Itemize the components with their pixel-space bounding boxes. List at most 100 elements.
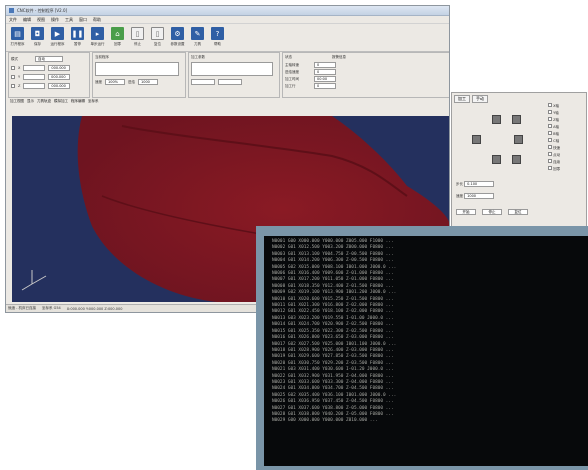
toolbar-button-help[interactable]: ? 帮助	[210, 27, 225, 47]
toolbar-button-pause[interactable]: ❚❚ 暂停	[70, 27, 85, 47]
side-buttons: 开始 停止 复位	[456, 209, 528, 215]
tab-simulation[interactable]: 模拟加工	[54, 99, 68, 104]
speed-feed-row: 速度 100% 进给 1000	[95, 79, 183, 85]
stop-button[interactable]: 停止	[482, 209, 502, 215]
menu-item-window[interactable]: 窗口	[79, 17, 87, 23]
params-group: 加工参数	[188, 52, 280, 98]
save-icon: ◘	[31, 27, 44, 40]
params-row	[191, 79, 277, 85]
jog-left-button[interactable]	[472, 135, 481, 144]
toolbar-button-settings[interactable]: ⚙ 参数设置	[170, 27, 185, 47]
start-button[interactable]: 开始	[456, 209, 476, 215]
toolbar-button-stop[interactable]: ▯ 停止	[130, 27, 145, 47]
feed-input[interactable]: 1000	[138, 79, 158, 85]
params-input-2[interactable]	[218, 79, 242, 85]
jog-right-button[interactable]	[514, 135, 523, 144]
status-label: 主轴转速	[285, 62, 299, 67]
x-axis-input[interactable]	[23, 65, 46, 71]
coord-row-x: X 000.000	[11, 65, 87, 71]
option-item[interactable]: 快速	[548, 145, 560, 152]
menu-item-operate[interactable]: 操作	[51, 17, 59, 23]
side-speed-input[interactable]: 1000	[464, 193, 495, 199]
option-item[interactable]: 点动	[548, 152, 560, 159]
option-item[interactable]: B轴	[548, 131, 560, 138]
option-item[interactable]: Z轴	[548, 117, 560, 124]
console-output[interactable]: N0001 G00 X000.000 Y000.000 Z005.000 F10…	[264, 236, 588, 466]
option-item[interactable]: X轴	[548, 103, 560, 110]
window-title: CNC软件 - 控制程序 [V2.0]	[17, 7, 68, 13]
program-name-field[interactable]	[95, 62, 179, 76]
toolbar-button-tool[interactable]: ✎ 刀具	[190, 27, 205, 47]
toolbar-button-home[interactable]: ⌂ 回零	[110, 27, 125, 47]
mode-select[interactable]: 自动	[35, 56, 63, 62]
option-item[interactable]: Y轴	[548, 110, 560, 117]
mode-row: 模式 自动	[11, 56, 87, 62]
menu-item-help[interactable]: 帮助	[93, 17, 101, 23]
toolbar-button-reset[interactable]: ▯ 复位	[150, 27, 165, 47]
menu-item-edit[interactable]: 编辑	[23, 17, 31, 23]
jog-down-left-button[interactable]	[492, 155, 501, 164]
status-value: 0	[314, 62, 336, 68]
tab-machining-view[interactable]: 加工视图	[10, 99, 24, 104]
toolbar-button-save[interactable]: ◘ 保存	[30, 27, 45, 47]
z-axis-checkbox[interactable]	[11, 84, 15, 88]
menu-item-file[interactable]: 文件	[9, 17, 17, 23]
status-group-header: 状态 报警信息	[285, 55, 447, 60]
reset-icon: ▯	[151, 27, 164, 40]
option-item[interactable]: A轴	[548, 124, 560, 131]
run-icon: ▶	[51, 27, 64, 40]
tab-manual[interactable]: 手动	[472, 95, 488, 103]
tab-toolpath[interactable]: 刀具轨迹	[37, 99, 51, 104]
x-axis-value: 000.000	[48, 65, 71, 71]
params-field[interactable]	[191, 62, 273, 76]
folder-icon: ▤	[11, 27, 24, 40]
toolbar: ▤ 打开程序 ◘ 保存 ▶ 运行程序 ❚❚ 暂停 ▸ 单步运行 ⌂ 回零 ▯ 停止 ▯ 复位 ⚙…	[6, 24, 449, 52]
y-axis-checkbox[interactable]	[11, 75, 15, 79]
status-right: X:000.000 Y:000.000 Z:000.000	[66, 306, 123, 311]
menu-item-view[interactable]: 视图	[37, 17, 45, 23]
option-item[interactable]: 回零	[548, 166, 560, 173]
menu-item-tools[interactable]: 工具	[65, 17, 73, 23]
y-axis-value: 000.000	[48, 74, 71, 80]
feed-label: 进给	[128, 79, 135, 84]
z-axis-value: 000.000	[48, 83, 71, 89]
y-axis-label: Y	[18, 75, 21, 79]
tab-machining[interactable]: 加工	[454, 95, 470, 103]
option-item[interactable]: C轴	[548, 138, 560, 145]
console-line: N0029 G00 X000.000 Y000.000 Z010.000 ...	[272, 418, 378, 424]
console-window: N0001 G00 X000.000 Y000.000 Z005.000 F10…	[256, 226, 588, 470]
jog-up-left-button[interactable]	[492, 115, 501, 124]
z-axis-input[interactable]	[23, 83, 46, 89]
tab-display[interactable]: 显示	[27, 99, 34, 104]
coord-row-y: Y 000.000	[11, 74, 87, 80]
status-value: 00:00	[314, 76, 336, 82]
reset-button[interactable]: 复位	[508, 209, 528, 215]
tool-icon: ✎	[191, 27, 204, 40]
status-group: 状态 报警信息 主轴转速 0 进给速度 0 加工时间 00:00 加工行 0	[282, 52, 449, 98]
view-tabs: 加工视图 显示 刀具轨迹 模拟加工 程序编辑 坐标系	[10, 99, 99, 104]
status-row: 加工行 0	[285, 83, 447, 89]
tab-coordinates[interactable]: 坐标系	[88, 99, 99, 104]
speed-input[interactable]: 100%	[105, 79, 125, 85]
step-input[interactable]: 0.100	[464, 181, 495, 187]
y-axis-input[interactable]	[23, 74, 46, 80]
z-axis-label: Z	[18, 84, 21, 88]
coordinate-group: 模式 自动 X 000.000 Y 000.000 Z 000.000	[8, 52, 90, 98]
step-icon: ▸	[91, 27, 104, 40]
toolbar-button-step[interactable]: ▸ 单步运行	[90, 27, 105, 47]
status-mid: 坐标系 G54	[42, 306, 61, 310]
jog-up-right-button[interactable]	[512, 115, 521, 124]
x-axis-checkbox[interactable]	[11, 66, 15, 70]
tab-program-edit[interactable]: 程序编辑	[71, 99, 85, 104]
toolbar-button-open[interactable]: ▤ 打开程序	[10, 27, 25, 47]
axis-options: X轴 Y轴 Z轴 A轴 B轴 C轴 快速 点动 连续 回零	[548, 103, 560, 173]
toolbar-button-run[interactable]: ▶ 运行程序	[50, 27, 65, 47]
manual-control-panel: 加工 手动 X轴 Y轴 Z轴 A轴 B轴 C轴 快速 点动 连续 回零 步长 0…	[451, 92, 587, 230]
title-bar[interactable]: CNC软件 - 控制程序 [V2.0]	[6, 6, 449, 16]
status-label: 加工行	[285, 83, 296, 88]
menu-bar: 文件 编辑 视图 操作 工具 窗口 帮助	[6, 16, 449, 24]
option-item[interactable]: 连续	[548, 159, 560, 166]
jog-down-right-button[interactable]	[512, 155, 521, 164]
params-input-1[interactable]	[191, 79, 215, 85]
mode-label: 模式	[11, 56, 18, 61]
